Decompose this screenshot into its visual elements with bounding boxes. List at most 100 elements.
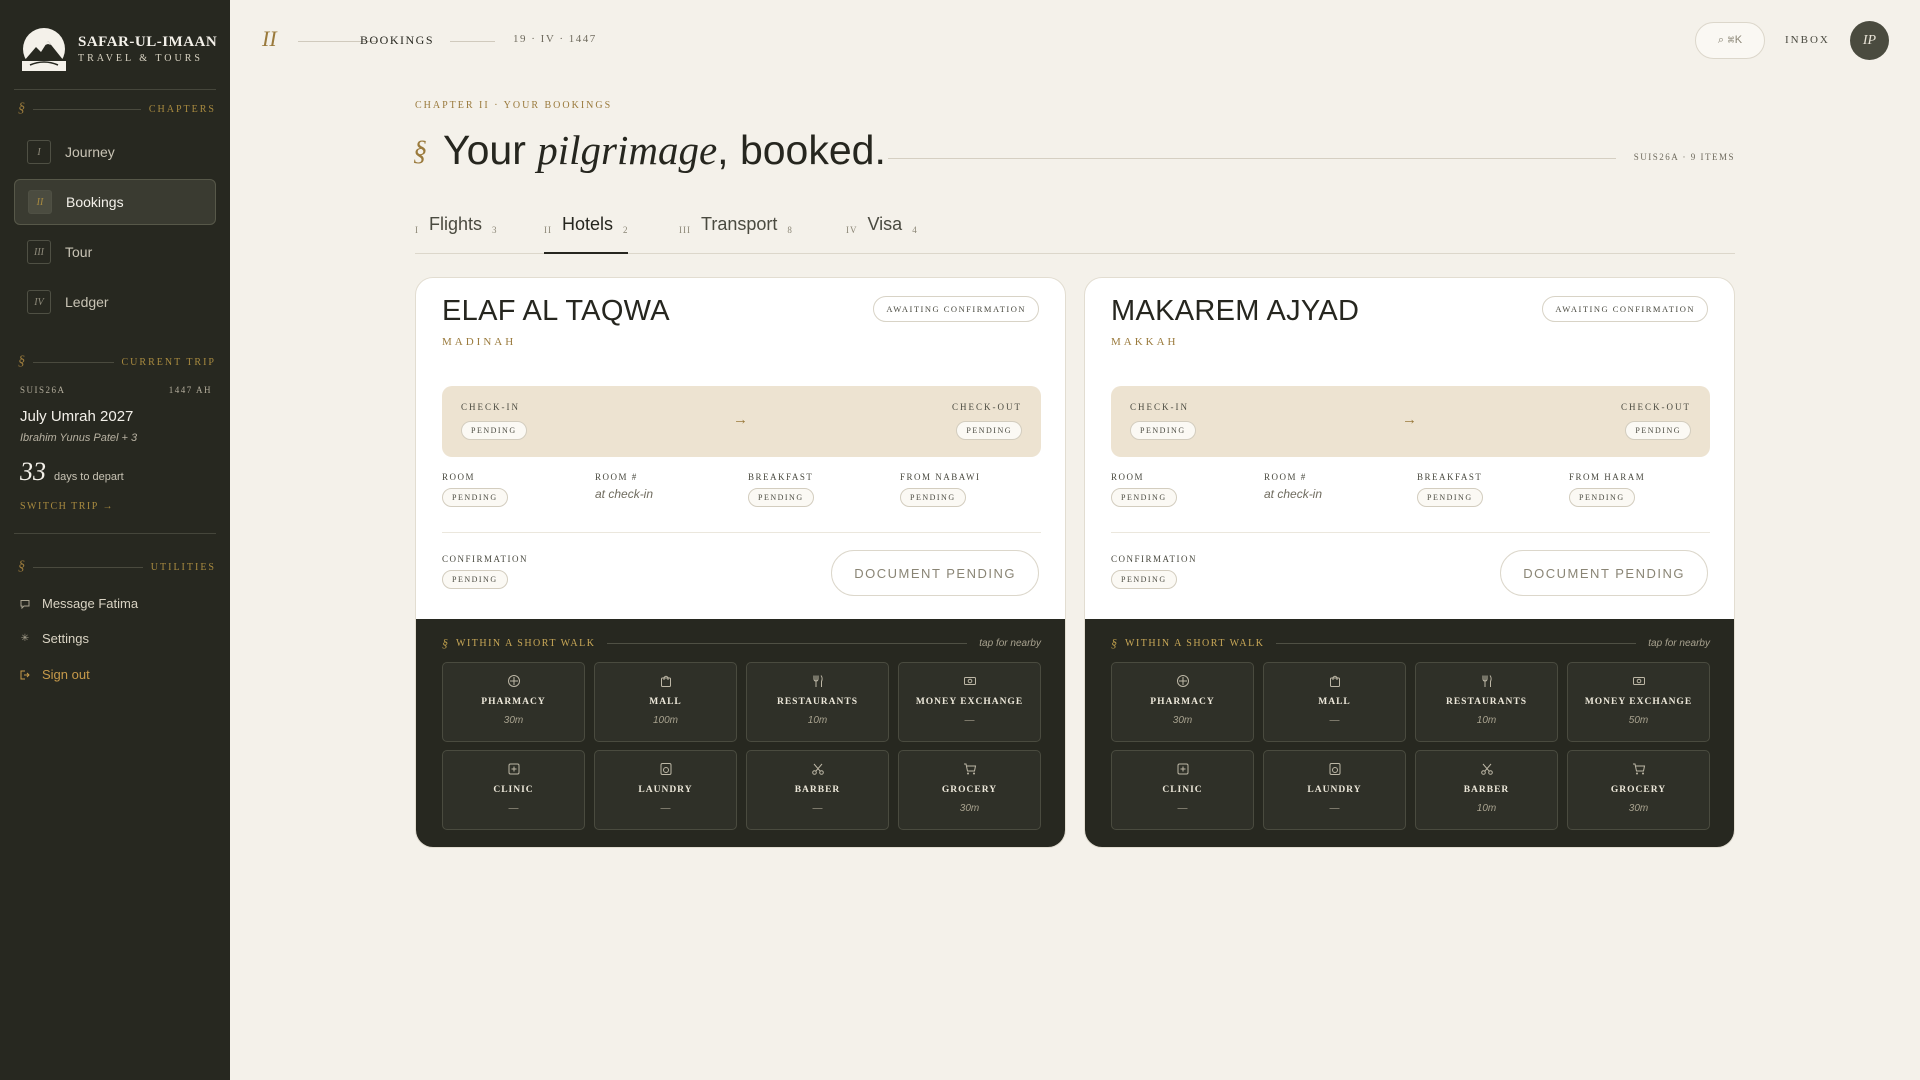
laundry-icon — [1264, 762, 1405, 776]
pharmacy-icon — [443, 674, 584, 688]
nearby-tile-money-exchange[interactable]: MONEY EXCHANGE 50m — [1567, 662, 1710, 742]
nearby-hint: tap for nearby — [979, 638, 1041, 649]
tab-transport[interactable]: III Transport 8 — [679, 214, 792, 254]
nearby-heading: § WITHIN A SHORT WALK tap for nearby — [442, 636, 1041, 651]
nearby-name: CLINIC — [1162, 785, 1203, 795]
nearby-tile-barber[interactable]: BARBER 10m — [1415, 750, 1558, 830]
nearby-distance: 30m — [503, 715, 524, 726]
mountain-logo-icon — [22, 28, 66, 71]
confirmation: CONFIRMATION PENDING — [442, 554, 528, 589]
nearby-tile-mall[interactable]: MALL — — [1263, 662, 1406, 742]
message-fatima-link[interactable]: Message Fatima — [20, 596, 138, 611]
section-sign-icon: § — [18, 559, 25, 574]
divider — [888, 158, 1616, 159]
detail-status: PENDING — [1111, 488, 1177, 507]
section-sign-icon: § — [413, 136, 427, 167]
tab-flights[interactable]: I Flights 3 — [415, 214, 497, 254]
stay-dates: CHECK-IN PENDING → CHECK-OUT PENDING — [442, 386, 1041, 457]
tab-numeral: II — [544, 225, 552, 235]
nearby-panel: § WITHIN A SHORT WALK tap for nearby PHARMA… — [1085, 619, 1734, 847]
nearby-distance: — — [964, 715, 975, 726]
detail-status: PENDING — [748, 488, 814, 507]
title-emphasis: pilgrimage — [537, 127, 718, 173]
nearby-name: CLINIC — [493, 785, 534, 795]
laundry-icon — [595, 762, 736, 776]
clinic-icon — [443, 762, 584, 776]
section-sign-icon: § — [442, 636, 448, 650]
search-button[interactable]: ⌕ ⌘K — [1695, 22, 1765, 59]
nearby-tile-laundry[interactable]: LAUNDRY — — [594, 750, 737, 830]
nearby-distance: 10m — [1476, 715, 1497, 726]
sidebar-item-label: Tour — [65, 244, 93, 260]
nearby-distance: — — [812, 803, 823, 814]
nearby-tile-pharmacy[interactable]: PHARMACY 30m — [442, 662, 585, 742]
sidebar-item-bookings[interactable]: II Bookings — [14, 179, 216, 225]
nearby-tile-barber[interactable]: BARBER — — [746, 750, 889, 830]
sidebar-item-ledger[interactable]: IV Ledger — [14, 279, 216, 325]
nearby-tile-restaurants[interactable]: RESTAURANTS 10m — [1415, 662, 1558, 742]
nearby-tile-pharmacy[interactable]: PHARMACY 30m — [1111, 662, 1254, 742]
checkout-status: PENDING — [1625, 421, 1691, 440]
page-title-row: § Your pilgrimage, booked. SUIS26A · 9 I… — [413, 122, 1735, 178]
brand[interactable]: SAFAR-UL-IMAAN TRAVEL & TOURS — [22, 27, 217, 71]
money-exchange-icon — [899, 674, 1040, 688]
sidebar-item-tour[interactable]: III Tour — [14, 229, 216, 275]
sidebar-item-journey[interactable]: I Journey — [14, 129, 216, 175]
tab-count: 2 — [623, 225, 628, 235]
nearby-name: RESTAURANTS — [1445, 697, 1528, 707]
nearby-distance: 30m — [1628, 803, 1649, 814]
nearby-tile-mall[interactable]: MALL 100m — [594, 662, 737, 742]
nearby-tile-money-exchange[interactable]: MONEY EXCHANGE — — [898, 662, 1041, 742]
brand-name: SAFAR-UL-IMAAN — [78, 34, 218, 50]
grocery-icon — [1568, 762, 1709, 776]
confirmation: CONFIRMATION PENDING — [1111, 554, 1197, 589]
nearby-hint: tap for nearby — [1648, 638, 1710, 649]
nearby-name: LAUNDRY — [1307, 785, 1362, 795]
inbox-link[interactable]: INBOX — [1785, 34, 1830, 46]
avatar[interactable]: IP — [1850, 21, 1889, 60]
tab-hotels[interactable]: II Hotels 2 — [544, 214, 628, 254]
nearby-tile-laundry[interactable]: LAUNDRY — — [1263, 750, 1406, 830]
confirmation-label: CONFIRMATION — [442, 554, 529, 564]
detail-label: BREAKFAST — [1417, 472, 1483, 482]
switch-trip-link[interactable]: SWITCH TRIP → — [20, 501, 114, 512]
detail-status: PENDING — [442, 488, 508, 507]
room-detail: ROOM # at check-in — [1264, 472, 1322, 501]
nearby-tile-grocery[interactable]: GROCERY 30m — [898, 750, 1041, 830]
sidebar-item-label: Ledger — [65, 294, 109, 310]
hotel-city: MADINAH — [442, 336, 517, 348]
settings-link[interactable]: ✳ Settings — [20, 631, 89, 646]
tab-numeral: III — [679, 225, 691, 235]
detail-label: ROOM # — [595, 472, 638, 482]
section-sign-icon: § — [1111, 636, 1117, 650]
document-button[interactable]: DOCUMENT PENDING — [1500, 550, 1708, 596]
nearby-title: WITHIN A SHORT WALK — [1125, 638, 1265, 649]
nearby-tile-grocery[interactable]: GROCERY 30m — [1567, 750, 1710, 830]
checkout-status: PENDING — [956, 421, 1022, 440]
search-shortcut: ⌕ ⌘K — [1717, 34, 1743, 46]
nearby-tile-restaurants[interactable]: RESTAURANTS 10m — [746, 662, 889, 742]
numeral-badge: II — [28, 190, 52, 214]
document-button[interactable]: DOCUMENT PENDING — [831, 550, 1039, 596]
sign-out-link[interactable]: Sign out — [20, 667, 90, 682]
room-detail: FROM NABAWI PENDING — [900, 472, 981, 507]
detail-value: at check-in — [1264, 487, 1323, 501]
hotel-name: MAKAREM AJYAD — [1111, 295, 1360, 327]
room-detail: BREAKFAST PENDING — [748, 472, 814, 507]
nearby-name: PHARMACY — [1150, 697, 1215, 707]
checkout-label: CHECK-OUT — [1621, 402, 1691, 412]
chapter-numeral: II — [262, 26, 277, 51]
nearby-distance: 50m — [1628, 715, 1649, 726]
mall-icon — [595, 674, 736, 688]
booking-meta: SUIS26A · 9 ITEMS — [1633, 152, 1735, 162]
hotel-city: MAKKAH — [1111, 336, 1179, 348]
barber-icon — [1416, 762, 1557, 776]
divider — [14, 89, 216, 90]
nearby-tile-clinic[interactable]: CLINIC — — [442, 750, 585, 830]
numeral-badge: III — [27, 240, 51, 264]
tab-numeral: I — [415, 225, 419, 235]
tab-visa[interactable]: IV Visa 4 — [846, 214, 917, 254]
room-detail: ROOM # at check-in — [595, 472, 653, 501]
section-sign-icon: § — [18, 101, 25, 116]
nearby-tile-clinic[interactable]: CLINIC — — [1111, 750, 1254, 830]
